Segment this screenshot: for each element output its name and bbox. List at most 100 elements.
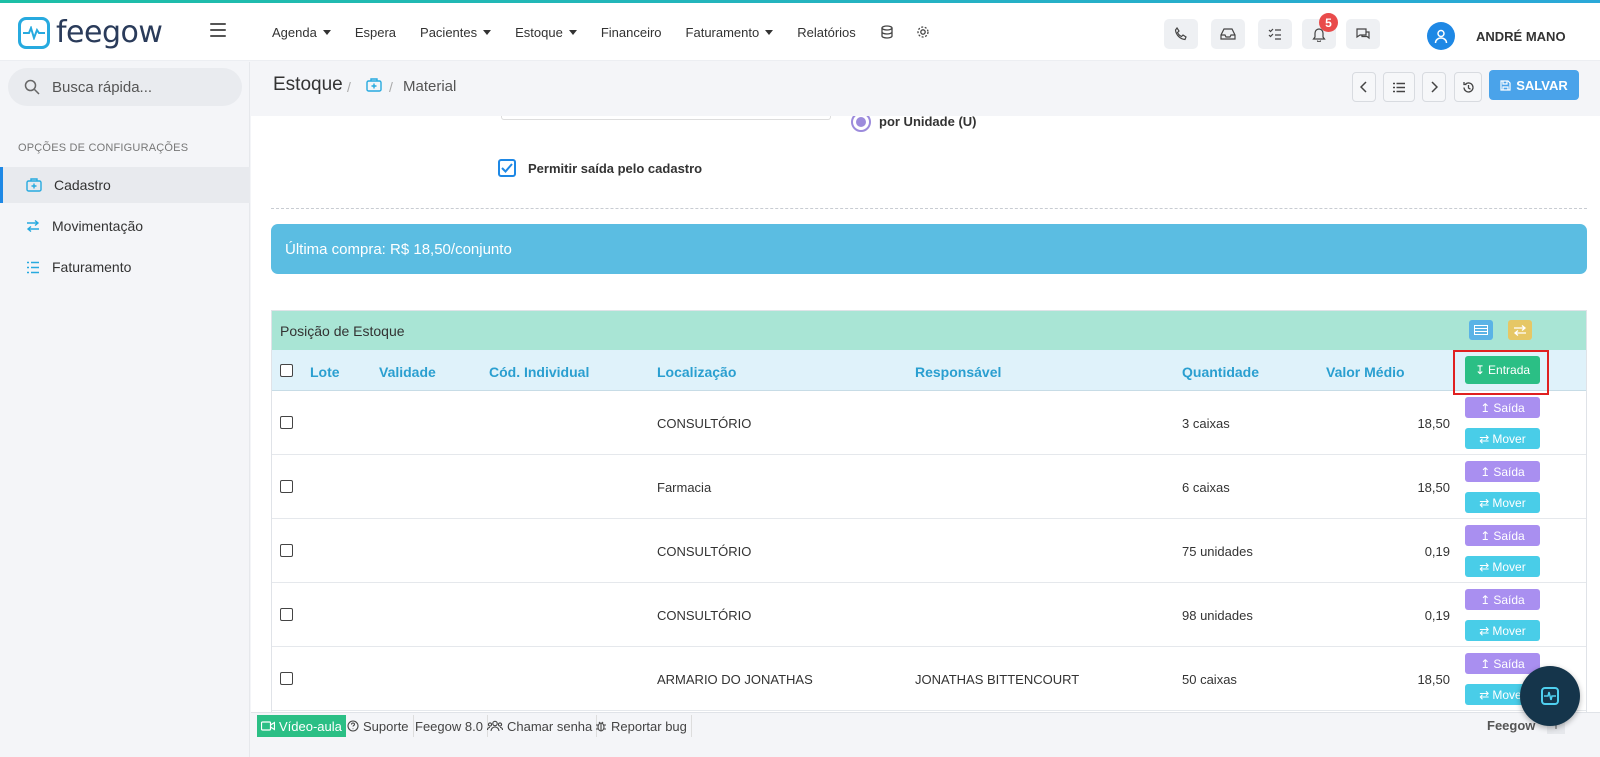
column-localizacao[interactable]: Localização — [657, 364, 736, 380]
column-quantidade[interactable]: Quantidade — [1182, 364, 1259, 380]
table-row: ARMARIO DO JONATHAS JONATHAS BITTENCOURT… — [272, 647, 1586, 711]
breadcrumb-page: Material — [403, 78, 457, 95]
row-checkbox[interactable] — [280, 480, 293, 493]
nav-estoque[interactable]: Estoque — [515, 25, 577, 40]
search-input[interactable] — [52, 78, 222, 96]
arrow-up-icon: ↥ — [1480, 464, 1491, 479]
row-checkbox[interactable] — [280, 608, 293, 621]
row-checkbox[interactable] — [280, 544, 293, 557]
reportar-bug-button[interactable]: Reportar bug — [591, 715, 692, 737]
mover-button[interactable]: ⇄ Mover — [1465, 556, 1540, 577]
mover-button[interactable]: ⇄ Mover — [1465, 620, 1540, 641]
transfer-icon — [26, 220, 40, 232]
gear-icon[interactable] — [916, 25, 930, 39]
saida-button[interactable]: ↥ Saída — [1465, 397, 1540, 418]
next-button[interactable] — [1422, 72, 1446, 102]
nav-agenda[interactable]: Agenda — [272, 25, 331, 40]
row-checkbox[interactable] — [280, 416, 293, 429]
caret-down-icon — [568, 29, 577, 35]
column-cod-individual[interactable]: Cód. Individual — [489, 364, 589, 380]
avatar[interactable] — [1427, 22, 1455, 50]
column-responsavel[interactable]: Responsável — [915, 364, 1001, 380]
page-title[interactable]: Estoque — [273, 74, 343, 96]
feegow-support-icon — [1541, 687, 1559, 705]
phone-icon — [1174, 27, 1187, 41]
video-aula-button[interactable]: Vídeo-aula — [257, 715, 346, 737]
cell-localizacao: CONSULTÓRIO — [657, 416, 752, 431]
breadcrumb-separator: / — [347, 79, 351, 95]
nav-relatorios[interactable]: Relatórios — [797, 25, 856, 40]
chat-button[interactable] — [1346, 19, 1380, 49]
save-button[interactable]: SALVAR — [1489, 70, 1579, 100]
arrow-up-icon: ↥ — [1480, 528, 1491, 543]
floppy-icon — [1500, 79, 1511, 91]
saida-button[interactable]: ↥ Saída — [1465, 461, 1540, 482]
table-row: CONSULTÓRIO 75 unidades 0,19 ↥ Saída ⇄ Mov… — [272, 519, 1586, 583]
search-icon — [24, 79, 40, 95]
mover-button[interactable]: ⇄ Mover — [1465, 492, 1540, 513]
panel-header: Posição de Estoque — [272, 311, 1586, 350]
saida-button[interactable]: ↥ Saída — [1465, 653, 1540, 674]
entrada-button[interactable]: ↧ Entrada — [1465, 356, 1540, 384]
inbox-icon — [1220, 28, 1236, 40]
nav-pacientes[interactable]: Pacientes — [420, 25, 492, 40]
cell-quantidade: 50 caixas — [1182, 672, 1237, 687]
transfer-icon — [1513, 324, 1527, 336]
top-bar: feegow Agenda Espera Pacientes Estoque F… — [0, 3, 1600, 61]
users-icon — [487, 720, 503, 732]
sidebar-item-cadastro[interactable]: Cadastro — [0, 167, 250, 203]
user-name[interactable]: ANDRÉ MANO — [1476, 29, 1566, 44]
column-valor-medio[interactable]: Valor Médio — [1326, 364, 1405, 380]
saida-button[interactable]: ↥ Saída — [1465, 589, 1540, 610]
nav-espera[interactable]: Espera — [355, 25, 396, 40]
previous-button[interactable] — [1352, 72, 1376, 102]
medkit-icon — [26, 178, 42, 192]
stock-position-panel: Posição de Estoque Lote Validade Cód. In… — [271, 310, 1587, 712]
user-icon — [1434, 29, 1448, 44]
inbox-button[interactable] — [1211, 19, 1245, 49]
phone-button[interactable] — [1164, 19, 1198, 49]
caret-down-icon — [483, 29, 492, 35]
row-checkbox[interactable] — [280, 672, 293, 685]
database-icon[interactable] — [880, 25, 894, 39]
sidebar-item-movimentacao[interactable]: Movimentação — [0, 208, 250, 244]
arrow-up-icon: ↥ — [1480, 656, 1491, 671]
sidebar-item-faturamento[interactable]: Faturamento — [0, 249, 250, 285]
logo-text: feegow — [56, 15, 163, 50]
caret-down-icon — [322, 29, 331, 35]
footer-bar: Vídeo-aula Suporte Feegow 8.0 Chamar sen… — [251, 712, 1600, 757]
section-divider — [271, 208, 1587, 209]
logo-mark-icon — [18, 16, 50, 49]
cell-valor-medio: 18,50 — [1417, 480, 1450, 495]
menu-toggle-icon[interactable] — [210, 23, 226, 37]
column-validade[interactable]: Validade — [379, 364, 436, 380]
table-view-button[interactable] — [1469, 320, 1493, 340]
page-header: Estoque / / Material SALVAR — [251, 62, 1600, 116]
column-lote[interactable]: Lote — [310, 364, 340, 380]
transfer-view-button[interactable] — [1508, 320, 1532, 340]
checklist-icon — [1268, 28, 1281, 40]
allow-exit-label: Permitir saída pelo cadastro — [528, 161, 703, 176]
allow-exit-checkbox[interactable] — [498, 159, 516, 177]
transfer-icon: ⇄ — [1479, 431, 1490, 446]
nav-financeiro[interactable]: Financeiro — [601, 25, 662, 40]
logo[interactable]: feegow — [18, 15, 163, 50]
footer-brand: Feegow — [1487, 718, 1536, 733]
checklist-button[interactable] — [1258, 19, 1292, 49]
saida-button[interactable]: ↥ Saída — [1465, 525, 1540, 546]
suporte-button[interactable]: Suporte — [343, 715, 414, 737]
chevron-right-icon — [1431, 81, 1438, 93]
main-content: Estoque / / Material SALVAR por Unidade … — [251, 62, 1600, 712]
arrow-up-icon: ↥ — [1480, 592, 1491, 607]
select-all-checkbox[interactable] — [280, 364, 293, 377]
notifications-button[interactable]: 5 — [1302, 13, 1338, 49]
table-header: Lote Validade Cód. Individual Localizaçã… — [272, 350, 1586, 395]
list-view-button[interactable] — [1383, 72, 1415, 102]
help-icon — [347, 720, 359, 732]
history-button[interactable] — [1454, 72, 1482, 102]
chat-widget-button[interactable] — [1520, 666, 1580, 726]
nav-faturamento[interactable]: Faturamento — [686, 25, 774, 40]
mover-button[interactable]: ⇄ Mover — [1465, 428, 1540, 449]
transfer-icon: ⇄ — [1479, 495, 1490, 510]
chamar-senha-button[interactable]: Chamar senha — [483, 715, 598, 737]
